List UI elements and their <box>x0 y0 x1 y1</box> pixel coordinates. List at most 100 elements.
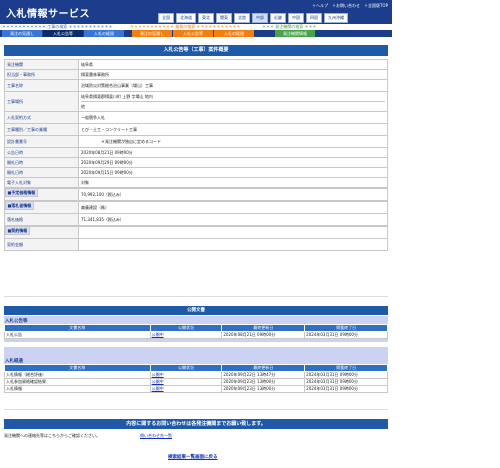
detail-row: 入札契約方式 一般競争入札 <box>4 111 388 124</box>
region-chugoku[interactable]: 中国 <box>288 13 304 23</box>
table-row: 入札情報（総合評価） 公開中 2020年09月22日 13時47分 2024年0… <box>4 371 388 379</box>
region-hokkaido[interactable]: 北海道 <box>176 13 196 23</box>
table-row: 入札公告 公開中 2020年08月21日 09時00分 2024年03月31日 … <box>4 331 388 339</box>
region-kyushu[interactable]: 九州沖縄 <box>324 13 348 23</box>
doc-name: 入札参加資格確認結果 <box>4 378 151 386</box>
detail-value: 2020年08月21日 09時00分 <box>78 147 388 158</box>
doc-end-date: 2024年03月31日 09時00分 <box>304 385 388 393</box>
detail-label: 落札価格 <box>4 213 79 226</box>
tab-gyomu-mitoshi[interactable]: 発注の見通し <box>132 30 172 37</box>
col-header: 公開状況 <box>149 324 223 332</box>
detail-value: 2020年09月15日 09時00分 <box>78 167 388 178</box>
top-links: ＋ヘルプ ＋お問い合わせ ＋全国版TOP <box>312 3 388 9</box>
section-row: ■予定価格情報 <box>4 188 39 197</box>
table-row: 入札参加資格確認結果 公開中 2020年09月23日 13時00分 2024年0… <box>4 378 388 386</box>
region-shikoku[interactable]: 四国 <box>306 13 322 23</box>
site-logo[interactable]: 入札情報サービス <box>6 5 90 20</box>
tab-gyomu-keika[interactable]: 入札の経過 <box>214 30 254 37</box>
doc-updated: 2020年09月23日 13時00分 <box>221 385 306 393</box>
detail-row: 工事種別／工事の業種 とび・土工・コンクリート工事 <box>4 123 388 136</box>
section-keiyaku-heading: ■契約情報 <box>4 226 31 235</box>
region-hokuriku[interactable]: 北陸 <box>234 13 250 23</box>
detail-row: 開札日時 2020年09月15日 09時00分 <box>4 167 388 178</box>
detail-value: ＊発注機関が独自に定めるコード <box>78 135 388 148</box>
doc-status-link[interactable]: 公開中 <box>149 385 223 393</box>
detail-label: 電子入札対象 <box>4 177 79 188</box>
location-line-2: 他 <box>81 104 85 109</box>
detail-value: 2020年09月29日 09時00分 <box>78 157 388 168</box>
detail-row: 発注機関 岐阜県 <box>4 59 388 70</box>
divider <box>4 296 388 297</box>
detail-row: 設計書番号 ＊発注機関が独自に定めるコード <box>4 135 388 148</box>
detail-row: 公告日時 2020年08月21日 09時00分 <box>4 147 388 158</box>
table-header-row: 文書名称 公開状況 最終更新日 掲載終了日 <box>4 364 388 372</box>
region-tohoku[interactable]: 東北 <box>198 13 214 23</box>
documents-title: 公開文書 <box>4 306 388 315</box>
detail-row: 落札価格 71,341,835（税込み） <box>4 213 388 226</box>
doc-status-link[interactable]: 公開中 <box>149 378 223 386</box>
documents-table-keika: 文書名称 公開状況 最終更新日 掲載終了日 入札情報（総合評価） 公開中 202… <box>4 364 388 393</box>
col-header: 掲載終了日 <box>304 324 388 332</box>
location-line: 岐阜県揖斐郡揖斐川町 上野 字場山 地内 <box>81 92 385 102</box>
detail-label: 開札日時 <box>4 157 79 168</box>
region-kanto[interactable]: 関東 <box>216 13 232 23</box>
region-zenkoku[interactable]: 全国 <box>158 13 174 23</box>
table-header-row: 文書名称 公開状況 最終更新日 掲載終了日 <box>4 324 388 332</box>
detail-value: 岐阜県揖斐郡揖斐川町 上野 字場山 地内 他 <box>78 91 388 112</box>
doc-end-date: 2024年03月31日 09時00分 <box>304 371 388 379</box>
doc-name: 入札情報 <box>4 385 151 393</box>
detail-label: 工事場所 <box>4 91 79 112</box>
detail-row: 工事名称 治域防災対策総合治山事業（場山）工事 <box>4 79 388 92</box>
doc-status-link[interactable]: 公開中 <box>149 331 223 339</box>
tab-koji-keika[interactable]: 入札の経過 <box>84 30 124 37</box>
detail-value <box>78 226 388 239</box>
detail-label: 工事種別／工事の業種 <box>4 123 79 136</box>
region-tabs: 全国 北海道 東北 関東 北陸 中部 近畿 中国 四国 九州沖縄 <box>158 13 348 23</box>
design-number-note: ＊発注機関が独自に定めるコード <box>101 138 161 144</box>
detail-row: 開札日時 2020年09月29日 09時00分 <box>4 157 388 168</box>
detail-value: 岐阜県 <box>78 59 388 70</box>
col-header: 文書名称 <box>4 324 151 332</box>
tab-kikan-info[interactable]: 発注機関情報 <box>275 30 315 37</box>
national-top-link[interactable]: ＋全国版TOP <box>364 3 388 9</box>
detail-value: 一般競争入札 <box>78 111 388 124</box>
detail-row: 担当部・事務所 揖斐農林事務所 <box>4 69 388 80</box>
detail-label: 設計書番号 <box>4 135 79 148</box>
col-header: 公開状況 <box>149 364 223 372</box>
help-link[interactable]: ＋ヘルプ <box>312 3 328 9</box>
detail-value: 対象 <box>78 177 388 188</box>
region-kinki[interactable]: 近畿 <box>270 13 286 23</box>
divider <box>4 409 388 410</box>
region-chubu[interactable]: 中部 <box>252 13 268 23</box>
nav-tabs: 発注の見通し 入札公告等 入札の経過 発注の見通し 入札公告等 入札の経過 発注… <box>0 30 392 37</box>
detail-value: 70,992,100（税込み） <box>78 188 388 201</box>
back-to-results-link[interactable]: 検索結果一覧画面に戻る <box>168 454 218 460</box>
detail-value: 森廣建設（株） <box>78 201 388 214</box>
detail-label: 工事名称 <box>4 79 79 92</box>
section-yotei-heading: ■予定価格情報 <box>4 188 39 197</box>
tab-koji-mitoshi[interactable]: 発注の見通し <box>2 30 42 37</box>
doc-status-link[interactable]: 公開中 <box>149 371 223 379</box>
detail-row: 契約者名 <box>4 226 388 239</box>
col-header: 文書名称 <box>4 364 151 372</box>
contact-link[interactable]: ＋お問い合わせ <box>332 3 360 9</box>
tab-koji-koukoku[interactable]: 入札公告等 <box>43 30 83 37</box>
contact-text: 発注機関への連絡先等はこちらからご確認ください。 <box>4 433 100 438</box>
contact-title: 内容に関するお問い合わせは各発注機関までお願い致します。 <box>4 419 388 429</box>
case-detail-table: 発注機関 岐阜県 担当部・事務所 揖斐農林事務所 工事名称 治域防災対策総合治山… <box>4 59 388 251</box>
doc-name: 入札情報（総合評価） <box>4 371 151 379</box>
detail-row: 落札者名 森廣建設（株） <box>4 201 388 214</box>
doc-name: 入札公告 <box>4 331 151 339</box>
detail-label: 公告日時 <box>4 147 79 158</box>
detail-value: 治域防災対策総合治山事業（場山）工事 <box>78 79 388 92</box>
doc-updated: 2020年09月22日 13時47分 <box>221 371 306 379</box>
tab-gyomu-koukoku[interactable]: 入札公告等 <box>173 30 213 37</box>
detail-value <box>78 238 388 251</box>
section-row: ■落札者情報 <box>4 201 35 210</box>
documents-table-koukoku: 文書名称 公開状況 最終更新日 掲載終了日 入札公告 公開中 2020年08月2… <box>4 324 388 339</box>
contact-list-link[interactable]: 問い合わせ先一覧 <box>140 433 172 439</box>
detail-value: とび・土工・コンクリート工事 <box>78 123 388 136</box>
detail-label: 担当部・事務所 <box>4 69 79 80</box>
detail-value: 揖斐農林事務所 <box>78 69 388 80</box>
detail-row: 工事場所 岐阜県揖斐郡揖斐川町 上野 字場山 地内 他 <box>4 91 388 112</box>
